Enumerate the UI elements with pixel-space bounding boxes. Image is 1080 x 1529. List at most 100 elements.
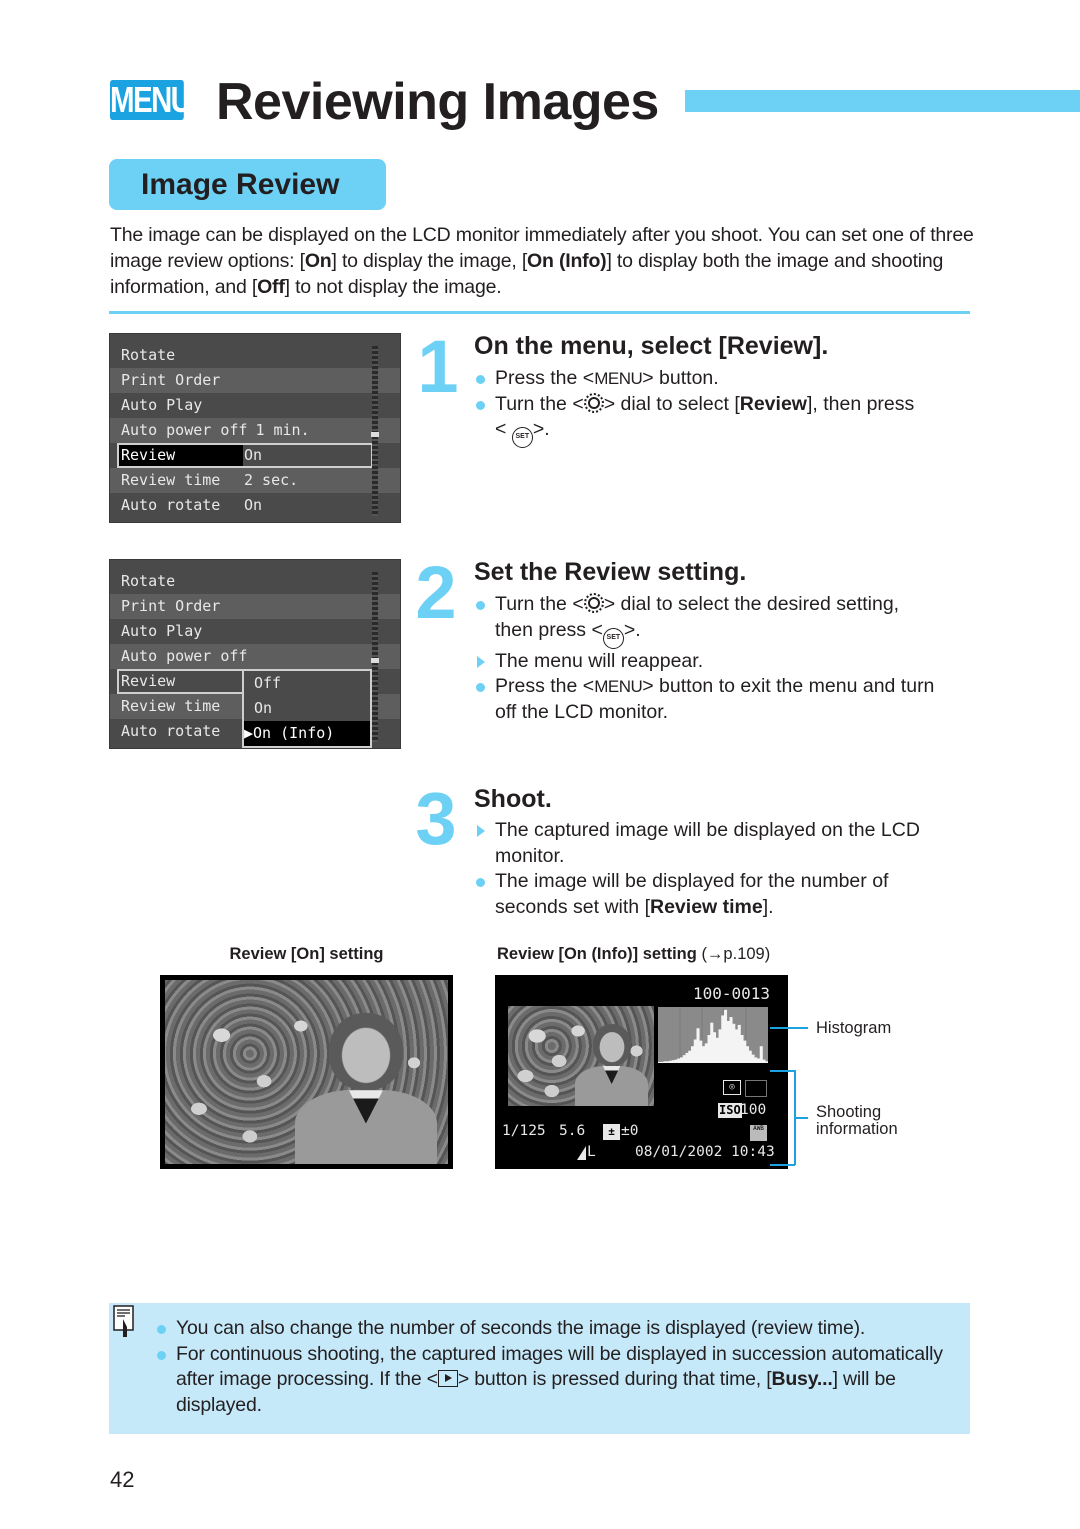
photo-subject-head <box>592 1024 631 1066</box>
histogram-bar <box>754 1057 758 1063</box>
menu-key-label: MENU <box>594 677 643 696</box>
bullet-dot-icon <box>157 1350 166 1360</box>
quick-control-dial-icon <box>583 392 604 413</box>
result-arrow-icon <box>477 655 485 668</box>
step-number-3: 3 <box>415 777 457 860</box>
callout-text: information <box>816 1120 898 1138</box>
menu-key-label: MENU <box>594 369 643 388</box>
section-heading: Image Review <box>109 159 386 210</box>
lcd-scroll-thumb <box>371 432 379 437</box>
bullet-dot-icon <box>157 1325 166 1334</box>
review-option-label: On <box>254 699 273 717</box>
busy-label: Busy... <box>771 1368 833 1390</box>
callout-text: Shooting <box>816 1103 882 1121</box>
histogram-bar <box>724 1009 728 1063</box>
bullet-dot-icon <box>476 400 485 410</box>
page-reference: (→p.109) <box>701 945 771 963</box>
note-bullet: For continuous shooting, the captured im… <box>155 1342 955 1419</box>
lcd-menu-screen-1: Rotate Print Order Auto Play Auto power off… <box>109 333 401 523</box>
histogram-bar <box>663 1061 667 1063</box>
bullet-text: > dial to select the desired setting, <box>603 593 900 615</box>
histogram-bar <box>677 1058 681 1063</box>
set-button-icon: SET <box>511 427 533 448</box>
histogram-bar <box>762 1059 766 1063</box>
note-text: You can also change the number of second… <box>176 1317 866 1339</box>
photo-portrait <box>165 980 448 1164</box>
histogram-bar <box>715 1037 719 1063</box>
caption-review-on-info: Review [On (Info)] setting (→p.109) <box>497 944 770 964</box>
histogram-bar <box>732 1023 736 1063</box>
set-button-icon: SET <box>602 627 624 649</box>
lcd-menu-item-name: Auto Play <box>121 396 203 414</box>
caption-text: Review [On (Info)] setting <box>497 945 697 963</box>
shooting-info-bracket-bottom <box>770 1164 795 1166</box>
bullet-item: The image will be displayed for the numb… <box>474 869 949 920</box>
bullet-text: Turn the < <box>495 593 584 615</box>
quality-size: L <box>587 1144 596 1160</box>
file-number: 100-0013 <box>692 984 770 1003</box>
step-2-title: Set the Review setting. <box>474 558 747 586</box>
menu-button-icon: MENU <box>110 79 192 120</box>
histogram-bar <box>748 1050 752 1063</box>
histogram-bar <box>688 1050 692 1063</box>
histogram-bar <box>669 1060 673 1063</box>
review-option-label: On (Info) <box>253 724 335 742</box>
histogram-bar <box>729 1017 733 1063</box>
exposure-comp-icon: ± <box>603 1124 620 1140</box>
lcd-selection-highlight <box>117 443 373 468</box>
metering-mode-icon: ◎ <box>723 1080 741 1095</box>
photo-subject-head <box>329 1013 403 1091</box>
lcd-menu-item-value: On <box>244 496 263 514</box>
lcd-menu-item-name: Rotate <box>121 346 176 364</box>
menu-item-ref: Review <box>739 392 807 415</box>
step-3-title: Shoot. <box>474 785 552 813</box>
histogram-bar <box>743 1040 747 1063</box>
histogram-callout-label: Histogram <box>816 1019 892 1037</box>
bullet-text: The menu will reappear. <box>495 649 704 672</box>
histogram-bar <box>671 1060 675 1063</box>
lcd-menu-item-name: Auto rotate <box>121 496 221 514</box>
option-on: On <box>304 250 332 272</box>
histogram-bar <box>699 1040 703 1063</box>
lcd-menu-item: Review On <box>110 443 400 468</box>
histogram-bar <box>737 1024 741 1063</box>
lcd-menu-item: Rotate <box>110 569 400 594</box>
lcd-menu-item: Auto power off <box>110 644 400 669</box>
histogram-bar <box>674 1059 678 1063</box>
lcd-scroll-thumb <box>371 658 379 663</box>
bullet-item: Press the <MENU> button to exit the menu… <box>474 674 954 725</box>
review-option-label: Off <box>254 674 282 692</box>
histogram-callout-line <box>770 1027 808 1029</box>
histogram-graph <box>658 1007 768 1063</box>
intro-text: ] to display the image, [ <box>331 250 528 272</box>
bullet-text: >. <box>623 618 641 641</box>
histogram-bar <box>682 1055 686 1063</box>
lcd-menu-item: Auto power off 1 min. <box>110 418 400 443</box>
iso-value: 100 <box>740 1102 767 1118</box>
date-time: 08/01/2002 10:43 <box>635 1144 775 1160</box>
histogram-bar <box>726 1021 730 1063</box>
histogram-bar <box>707 1035 711 1063</box>
histogram-bar <box>702 1046 706 1063</box>
option-on-info: On (Info) <box>527 250 607 272</box>
step-2-bullets: Turn the < > dial to select the desired s… <box>474 592 954 725</box>
histogram-bar <box>685 1052 689 1063</box>
review-option: Off <box>244 671 370 696</box>
bullet-item: Press the <MENU> button. <box>474 366 954 392</box>
histogram-bar <box>710 1022 714 1063</box>
bullet-text: < <box>495 418 507 440</box>
note-content: You can also change the number of second… <box>155 1316 955 1418</box>
option-off: Off <box>257 276 285 298</box>
histogram-bar <box>693 1039 697 1063</box>
lcd-menu-item-name: Review time <box>121 697 221 715</box>
shutter-speed: 1/125 <box>502 1123 546 1139</box>
histogram-bar <box>666 1061 670 1063</box>
review-options-dropdown: Off On ▶On (Info) <box>242 669 372 748</box>
step-number-2: 2 <box>415 551 457 634</box>
lcd-menu-item: Print Order <box>110 594 400 619</box>
step-3-bullets: The captured image will be displayed on … <box>474 818 949 920</box>
lcd-menu-screen-2: Rotate Print Order Auto Play Auto power off… <box>109 559 401 749</box>
bullet-dot-icon <box>476 683 485 692</box>
bullet-text: then press < <box>495 618 603 641</box>
result-arrow-icon <box>477 825 485 837</box>
